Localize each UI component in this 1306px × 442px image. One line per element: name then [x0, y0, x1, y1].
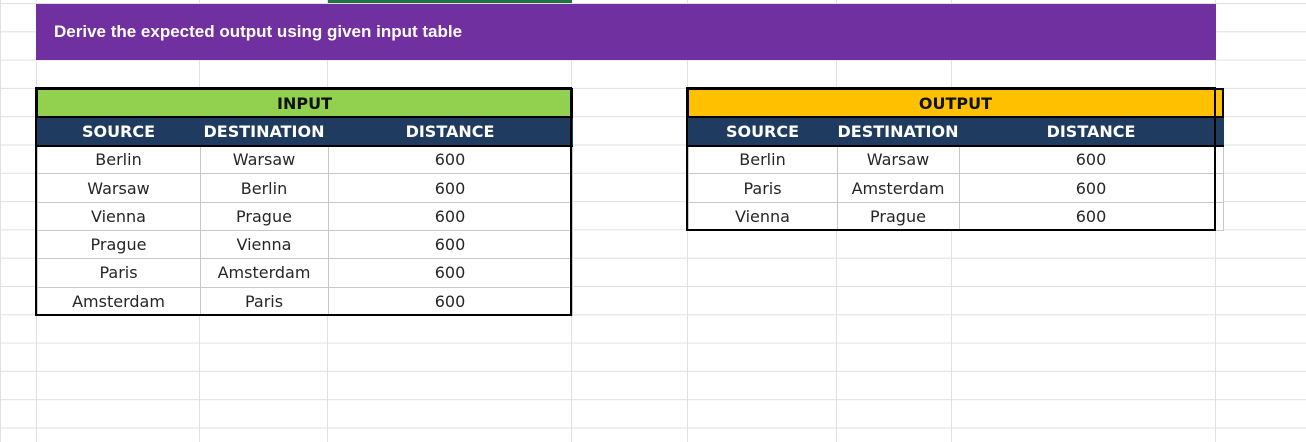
input-distance-cell[interactable]: 600 [327, 286, 573, 316]
table-row: Vienna Prague 600 [36, 201, 573, 231]
output-destination-cell[interactable]: Warsaw [836, 145, 960, 175]
table-row: Amsterdam Paris 600 [36, 286, 573, 316]
output-header-row: SOURCE DESTINATION DISTANCE [687, 116, 1224, 147]
input-title: INPUT [277, 93, 332, 113]
input-title-row: INPUT [36, 87, 573, 119]
input-source-cell[interactable]: Paris [36, 258, 201, 288]
output-header-destination[interactable]: DESTINATION [836, 116, 960, 147]
output-header-distance[interactable]: DISTANCE [958, 116, 1224, 147]
output-title-cell[interactable]: OUTPUT [687, 87, 1224, 119]
table-row: Prague Vienna 600 [36, 229, 573, 260]
input-source-cell[interactable]: Amsterdam [36, 286, 201, 316]
output-destination-cell[interactable]: Amsterdam [836, 173, 960, 203]
table-row: Berlin Warsaw 600 [36, 145, 573, 175]
selected-column-indicator [328, 0, 572, 3]
input-destination-cell[interactable]: Paris [199, 286, 329, 316]
table-row: Vienna Prague 600 [687, 201, 1224, 231]
input-destination-cell[interactable]: Vienna [199, 229, 329, 260]
input-source-cell[interactable]: Berlin [36, 145, 201, 175]
output-title-row: OUTPUT [687, 87, 1224, 119]
output-distance-cell[interactable]: 600 [958, 173, 1224, 203]
output-distance-cell[interactable]: 600 [958, 145, 1224, 175]
input-distance-cell[interactable]: 600 [327, 173, 573, 203]
input-table: INPUT SOURCE DESTINATION DISTANCE Berlin… [36, 87, 573, 316]
input-title-cell[interactable]: INPUT [36, 87, 573, 119]
table-row: Warsaw Berlin 600 [36, 173, 573, 203]
input-header-source[interactable]: SOURCE [36, 116, 201, 147]
input-header-destination[interactable]: DESTINATION [199, 116, 329, 147]
output-header-source[interactable]: SOURCE [687, 116, 838, 147]
input-destination-cell[interactable]: Warsaw [199, 145, 329, 175]
table-row: Berlin Warsaw 600 [687, 145, 1224, 175]
output-destination-cell[interactable]: Prague [836, 201, 960, 231]
input-distance-cell[interactable]: 600 [327, 201, 573, 231]
input-destination-cell[interactable]: Prague [199, 201, 329, 231]
table-row: Paris Amsterdam 600 [687, 173, 1224, 203]
output-source-cell[interactable]: Paris [687, 173, 838, 203]
input-destination-cell[interactable]: Amsterdam [199, 258, 329, 288]
input-source-cell[interactable]: Vienna [36, 201, 201, 231]
input-destination-cell[interactable]: Berlin [199, 173, 329, 203]
table-row: Paris Amsterdam 600 [36, 258, 573, 288]
task-banner[interactable]: Derive the expected output using given i… [36, 4, 1216, 60]
input-source-cell[interactable]: Warsaw [36, 173, 201, 203]
output-title: OUTPUT [918, 93, 993, 113]
input-distance-cell[interactable]: 600 [327, 258, 573, 288]
input-distance-cell[interactable]: 600 [327, 145, 573, 175]
output-source-cell[interactable]: Berlin [687, 145, 838, 175]
input-header-row: SOURCE DESTINATION DISTANCE [36, 116, 573, 147]
input-source-cell[interactable]: Prague [36, 229, 201, 260]
output-table: OUTPUT SOURCE DESTINATION DISTANCE Berli… [687, 87, 1224, 231]
input-header-distance[interactable]: DISTANCE [327, 116, 573, 147]
input-distance-cell[interactable]: 600 [327, 229, 573, 260]
banner-text: Derive the expected output using given i… [54, 22, 463, 41]
output-distance-cell[interactable]: 600 [958, 201, 1224, 231]
output-source-cell[interactable]: Vienna [687, 201, 838, 231]
